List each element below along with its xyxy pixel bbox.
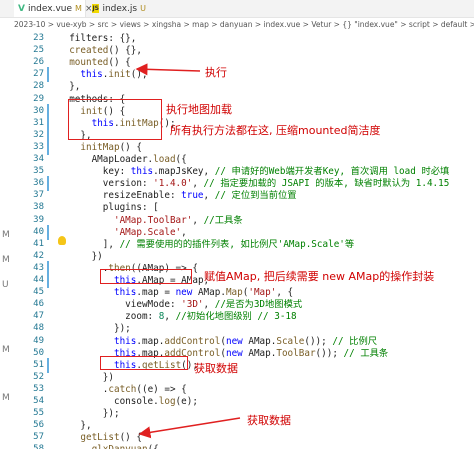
annotation-arrows [135, 63, 241, 439]
arrow-to-init-call [135, 63, 201, 76]
lightbulb-icon[interactable] [58, 236, 66, 245]
arrow-to-getlist [138, 417, 241, 439]
